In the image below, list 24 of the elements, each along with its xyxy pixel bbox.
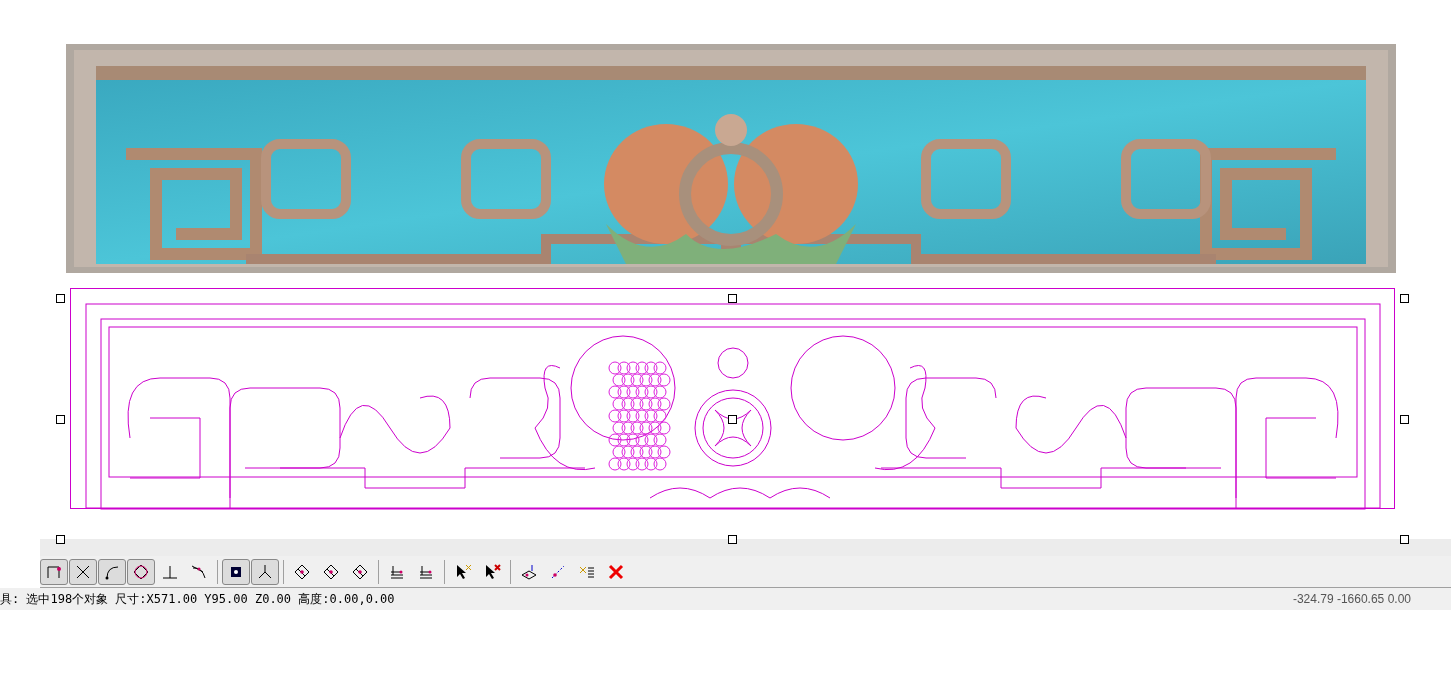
toolbar-button[interactable] — [69, 558, 97, 585]
cursor-icon — [454, 562, 472, 581]
circle-icon — [132, 562, 150, 581]
selection-handle[interactable] — [1400, 535, 1409, 544]
toolbar-button[interactable] — [127, 558, 155, 585]
selection-handle[interactable] — [56, 294, 65, 303]
status-message: 具: 选中198个对象 尺寸:X571.00 Y95.00 Z0.00 高度:0.00,0.00 — [0, 591, 395, 608]
diamond-icon — [322, 562, 340, 581]
selection-handle[interactable] — [728, 294, 737, 303]
axes-icon — [256, 562, 274, 581]
diamond-icon — [293, 562, 311, 581]
toolbar-button[interactable] — [98, 558, 126, 585]
delete-icon — [607, 562, 625, 581]
toolbar-button[interactable] — [222, 558, 250, 585]
cursor-coordinates: -324.79 -1660.65 0.00 — [1292, 591, 1411, 608]
selection-handle[interactable] — [728, 535, 737, 544]
selection-handle[interactable] — [1400, 294, 1409, 303]
cursor-icon — [483, 562, 501, 581]
selection-handle[interactable] — [56, 535, 65, 544]
selection-handle[interactable] — [1400, 415, 1409, 424]
plane-icon — [520, 562, 538, 581]
selection-handle[interactable] — [728, 415, 737, 424]
diamond-icon — [351, 562, 369, 581]
selection-handle[interactable] — [56, 415, 65, 424]
